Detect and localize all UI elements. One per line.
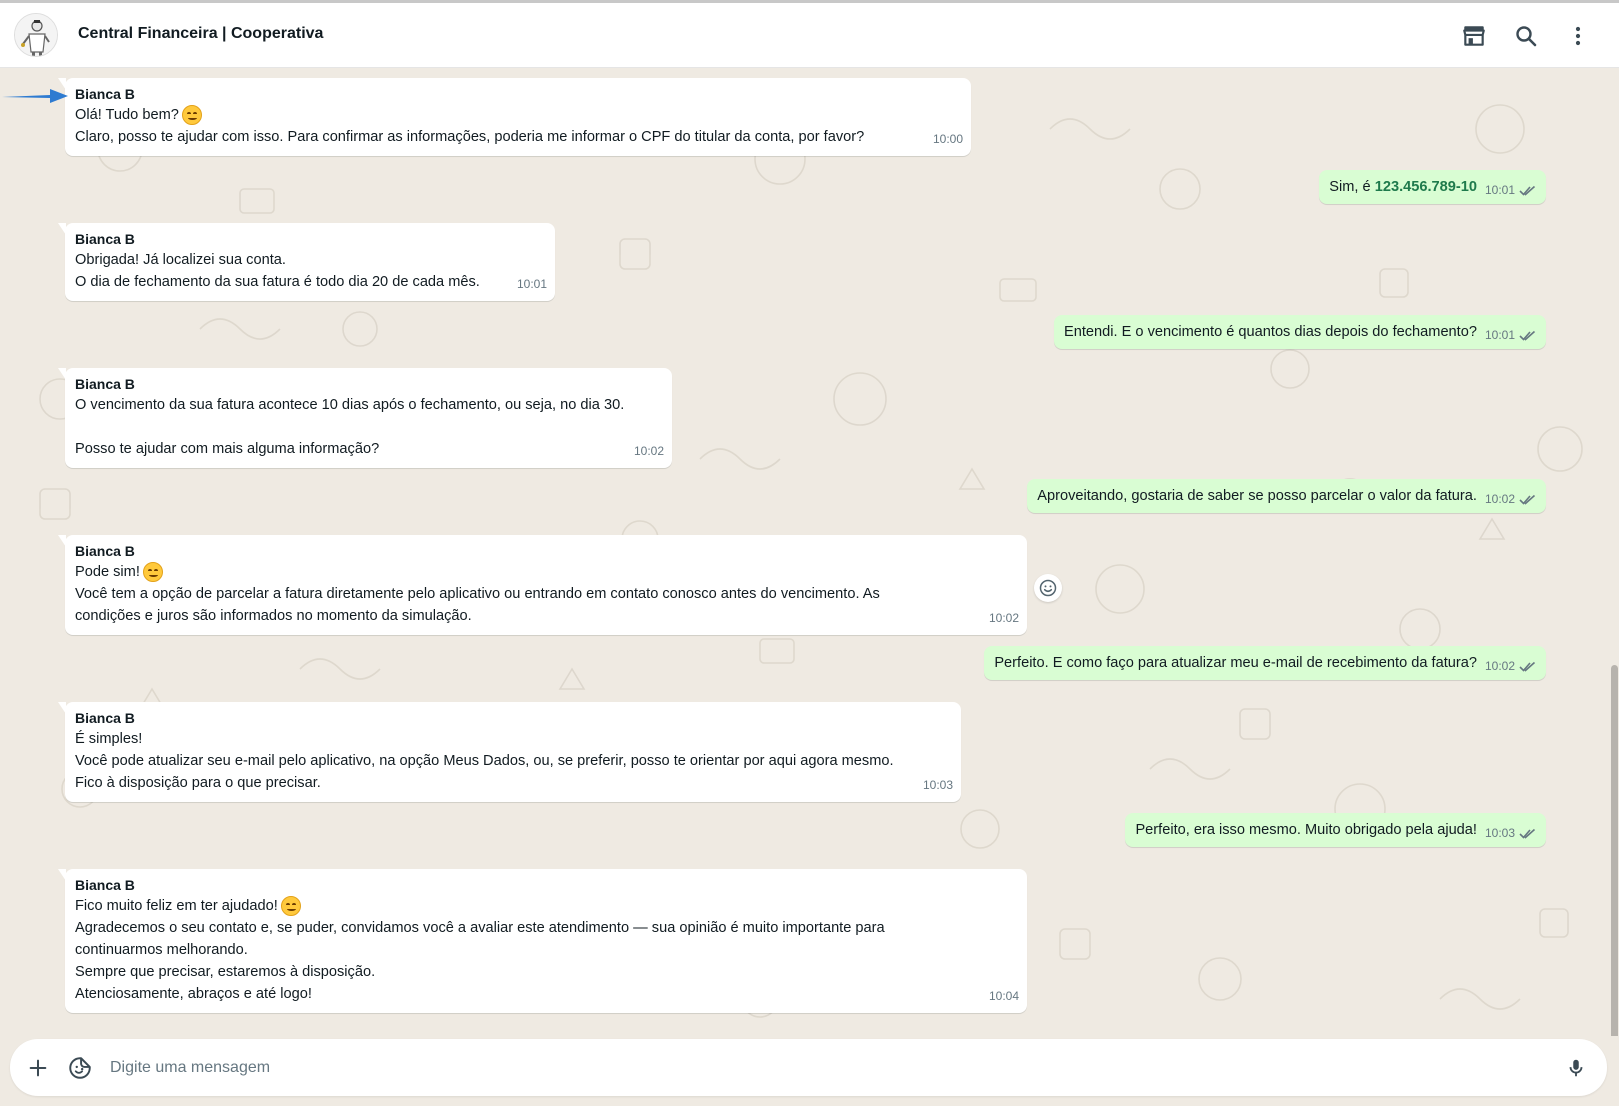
message-time: 10:02 bbox=[1484, 659, 1515, 673]
message-list[interactable]: Bianca B Olá! Tudo bem? Claro, posso te aj… bbox=[0, 69, 1619, 1036]
contact-avatar[interactable] bbox=[14, 13, 58, 57]
message-text: Aproveitando, gostaria de saber se posso… bbox=[1037, 488, 1477, 504]
message-sender[interactable]: Bianca B bbox=[75, 708, 951, 728]
message-text: Pode sim! bbox=[75, 561, 1017, 583]
message-text: Sim, é 123.456.789-10 bbox=[1329, 176, 1477, 198]
outgoing-message[interactable]: Perfeito, era isso mesmo. Muito obrigado… bbox=[1125, 813, 1546, 847]
message-text: condições e juros são informados no mome… bbox=[75, 608, 472, 624]
message-meta: 10:01 bbox=[1485, 324, 1536, 346]
message-time: 10:03 bbox=[922, 778, 953, 792]
emoji-reaction-button[interactable] bbox=[1034, 574, 1062, 602]
message-text: É simples! bbox=[75, 731, 143, 747]
search-icon[interactable] bbox=[1512, 22, 1540, 50]
message-text: Fico muito feliz em ter ajudado! bbox=[75, 895, 1017, 917]
message-meta: 10:03 bbox=[1485, 822, 1536, 844]
double-check-icon bbox=[1519, 661, 1536, 672]
chat-header: Central Financeira | Cooperativa bbox=[0, 0, 1619, 68]
smiling-emoji-icon bbox=[181, 105, 202, 126]
incoming-message[interactable]: Bianca B É simples! Você pode atualizar se… bbox=[58, 702, 961, 802]
message-time: 10:02 bbox=[1484, 492, 1515, 506]
message-text: Posso te ajudar com mais alguma informaç… bbox=[75, 441, 380, 457]
incoming-message[interactable]: Bianca B Pode sim! Você tem a opção de par… bbox=[58, 535, 1027, 635]
microphone-icon[interactable] bbox=[1562, 1054, 1590, 1082]
message-text: Você tem a opção de parcelar a fatura di… bbox=[75, 586, 880, 602]
smiley-icon bbox=[1039, 579, 1057, 597]
chat-title[interactable]: Central Financeira | Cooperativa bbox=[78, 25, 323, 43]
more-vertical-icon[interactable] bbox=[1564, 22, 1592, 50]
message-time: 10:01 bbox=[1484, 183, 1515, 197]
message-text bbox=[75, 416, 662, 438]
message-text: Sempre que precisar, estaremos à disposi… bbox=[75, 964, 376, 980]
message-text: continuarmos melhorando. bbox=[75, 942, 248, 958]
plus-icon[interactable] bbox=[24, 1054, 52, 1082]
message-text: Agradecemos o seu contato e, se puder, c… bbox=[75, 920, 885, 936]
message-time: 10:01 bbox=[1484, 328, 1515, 342]
message-text: O dia de fechamento da sua fatura é todo… bbox=[75, 274, 480, 290]
message-time: 10:02 bbox=[988, 611, 1019, 625]
composer-box bbox=[10, 1039, 1607, 1096]
incoming-message[interactable]: Bianca B Fico muito feliz em ter ajudado!… bbox=[58, 869, 1027, 1013]
double-check-icon bbox=[1519, 330, 1536, 341]
message-sender[interactable]: Bianca B bbox=[75, 229, 509, 249]
double-check-icon bbox=[1519, 185, 1536, 196]
message-input[interactable] bbox=[110, 1053, 1510, 1083]
message-text-prefix: Sim, é bbox=[1329, 179, 1375, 195]
message-time: 10:01 bbox=[516, 277, 547, 291]
message-text: Fico à disposição para o que precisar. bbox=[75, 775, 321, 791]
message-text: Obrigada! Já localizei sua conta. bbox=[75, 252, 286, 268]
cpf-value[interactable]: 123.456.789-10 bbox=[1375, 179, 1477, 195]
message-sender[interactable]: Bianca B bbox=[75, 84, 923, 104]
message-time: 10:02 bbox=[633, 444, 664, 458]
smiling-emoji-icon bbox=[142, 562, 163, 583]
incoming-message[interactable]: Bianca B O vencimento da sua fatura acont… bbox=[58, 368, 672, 468]
double-check-icon bbox=[1519, 494, 1536, 505]
message-time: 10:00 bbox=[932, 132, 963, 146]
message-text: Você pode atualizar seu e-mail pelo apli… bbox=[75, 753, 894, 769]
outgoing-message[interactable]: Sim, é 123.456.789-10 10:01 bbox=[1319, 170, 1546, 204]
message-time: 10:04 bbox=[988, 989, 1019, 1003]
message-text: Entendi. E o vencimento é quantos dias d… bbox=[1064, 324, 1477, 340]
message-text: Olá! Tudo bem? bbox=[75, 104, 923, 126]
double-check-icon bbox=[1519, 828, 1536, 839]
message-meta: 10:02 bbox=[1485, 488, 1536, 510]
outgoing-message[interactable]: Entendi. E o vencimento é quantos dias d… bbox=[1054, 315, 1546, 349]
outgoing-message[interactable]: Aproveitando, gostaria de saber se posso… bbox=[1027, 479, 1546, 513]
message-time: 10:03 bbox=[1484, 826, 1515, 840]
message-sender[interactable]: Bianca B bbox=[75, 374, 662, 394]
message-text: Claro, posso te ajudar com isso. Para co… bbox=[75, 129, 865, 145]
incoming-message[interactable]: Bianca B Obrigada! Já localizei sua conta… bbox=[58, 223, 555, 301]
message-text: O vencimento da sua fatura acontece 10 d… bbox=[75, 397, 625, 413]
incoming-message[interactable]: Bianca B Olá! Tudo bem? Claro, posso te aj… bbox=[58, 78, 971, 156]
sticker-icon[interactable] bbox=[66, 1054, 94, 1082]
store-icon[interactable] bbox=[1460, 22, 1488, 50]
message-meta: 10:01 bbox=[1485, 179, 1536, 201]
smiling-emoji-icon bbox=[280, 896, 301, 917]
outgoing-message[interactable]: Perfeito. E como faço para atualizar meu… bbox=[984, 646, 1546, 680]
message-sender[interactable]: Bianca B bbox=[75, 875, 1017, 895]
message-sender[interactable]: Bianca B bbox=[75, 541, 1017, 561]
composer-bar bbox=[0, 1036, 1619, 1106]
arrow-pointer-icon bbox=[2, 89, 68, 103]
message-text: Perfeito, era isso mesmo. Muito obrigado… bbox=[1135, 822, 1477, 838]
message-text: Perfeito. E como faço para atualizar meu… bbox=[994, 655, 1477, 671]
chat-scrollbar[interactable] bbox=[1611, 665, 1618, 1036]
message-text: Atenciosamente, abraços e até logo! bbox=[75, 986, 312, 1002]
message-meta: 10:02 bbox=[1485, 655, 1536, 677]
